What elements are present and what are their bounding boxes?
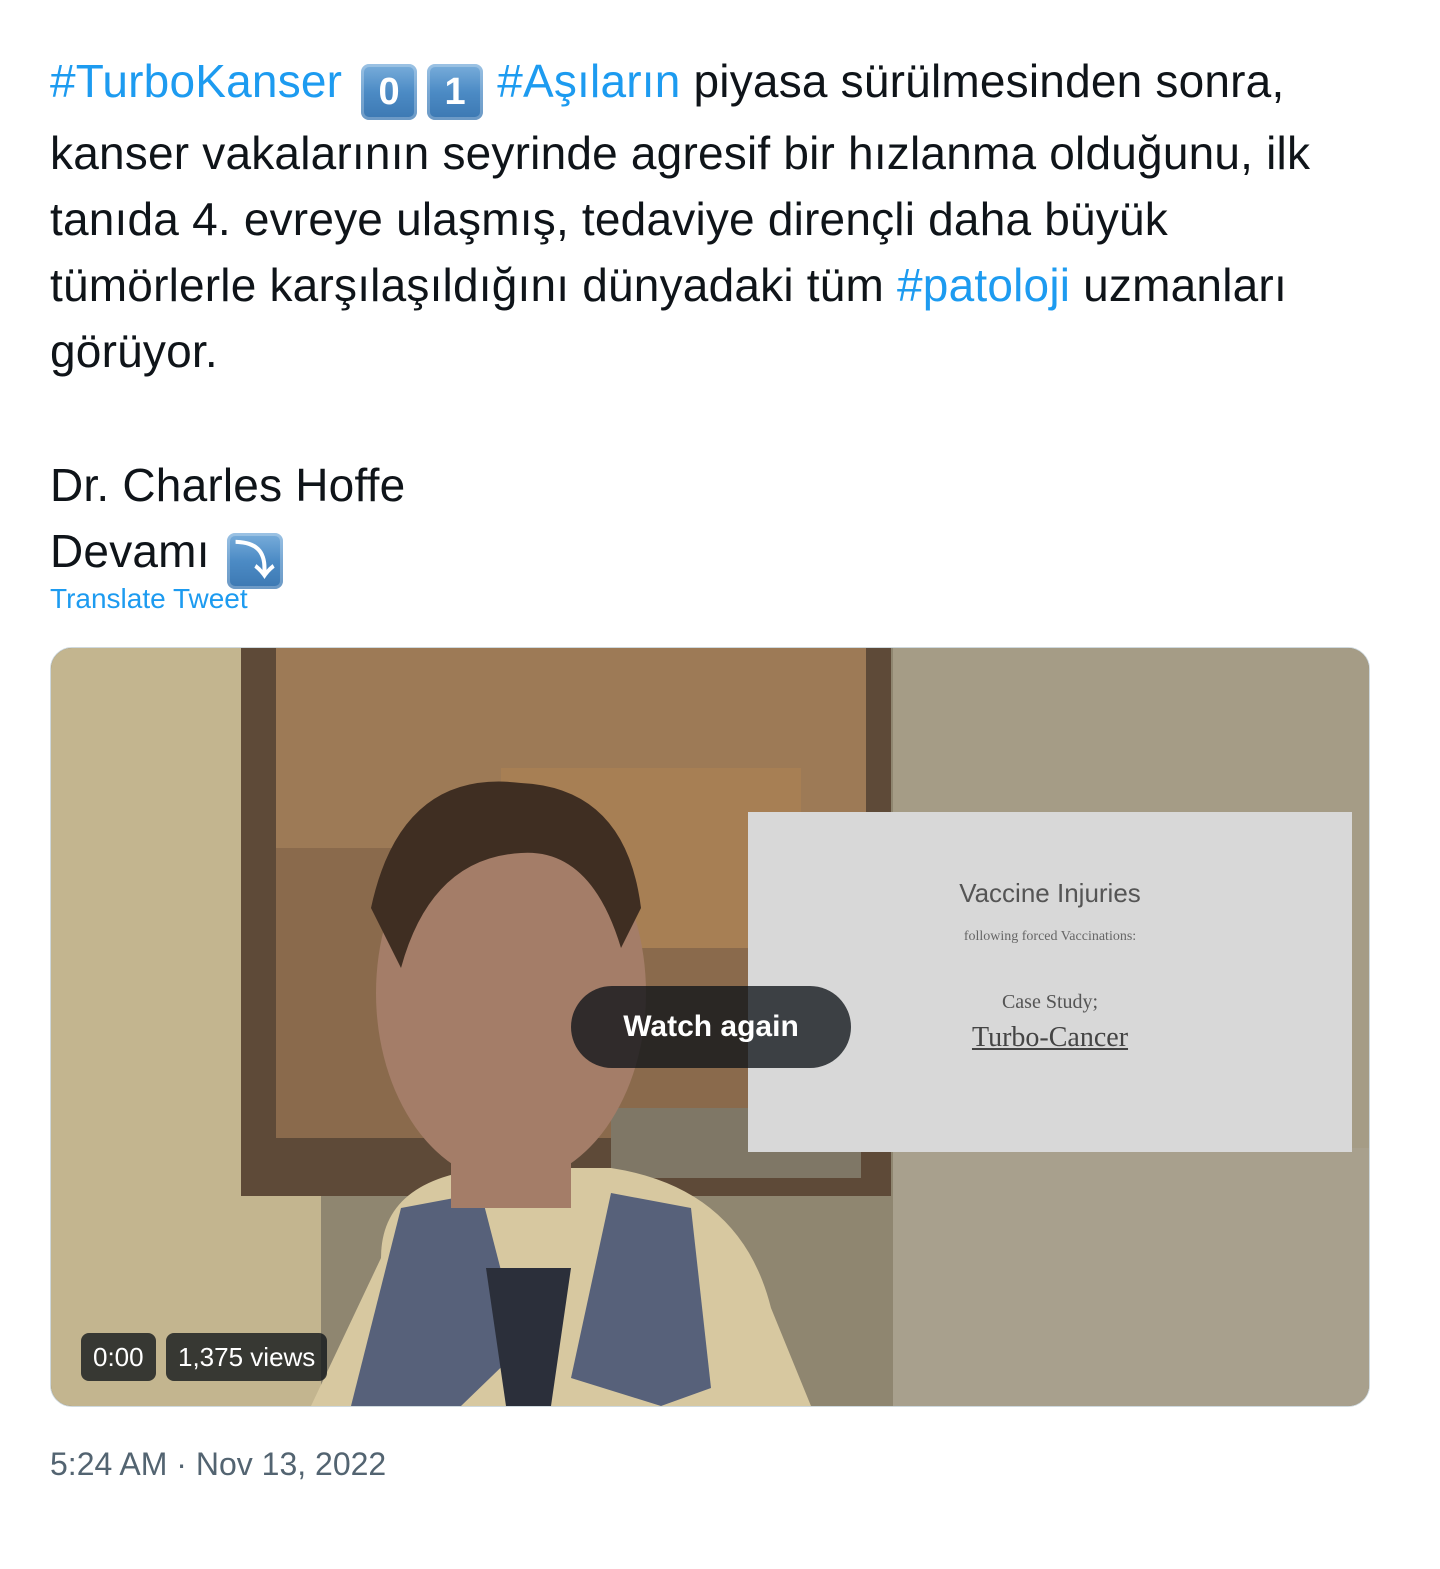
keycap-zero-icon: 0 [361, 64, 418, 120]
video-player[interactable]: Vaccine Injuries following forced Vaccin… [50, 647, 1370, 1407]
video-slide: Vaccine Injuries following forced Vaccin… [748, 812, 1352, 1152]
hashtag-patoloji[interactable]: #patoloji [897, 259, 1070, 311]
tweet-text: #TurboKanser 0 1 #Aşıların piyasa sürülmes… [50, 48, 1380, 589]
translate-tweet-link[interactable]: Translate Tweet [50, 583, 248, 615]
slide-title: Vaccine Injuries [959, 878, 1141, 908]
arrow-down-right-icon: ⤵ [226, 533, 283, 589]
keycap-one-icon: 1 [427, 64, 484, 120]
more-line: Devamı ⤵ [50, 518, 1380, 589]
slide-subtitle: following forced Vaccinations: [963, 929, 1137, 944]
tweet-body: #TurboKanser 0 1 #Aşıların piyasa sürülmes… [50, 48, 1380, 384]
video-time-badge: 0:00 [81, 1333, 156, 1381]
author-line: Dr. Charles Hoffe [50, 459, 406, 511]
tweet-timestamp[interactable]: 5:24 AM · Nov 13, 2022 [50, 1446, 386, 1483]
hashtag-asilarin[interactable]: #Aşıların [497, 55, 680, 107]
video-views-badge: 1,375 views [166, 1333, 328, 1381]
hashtag-turbokanser[interactable]: #TurboKanser [50, 55, 342, 107]
watch-again-button[interactable]: Watch again [571, 986, 851, 1068]
more-label: Devamı [50, 525, 210, 577]
